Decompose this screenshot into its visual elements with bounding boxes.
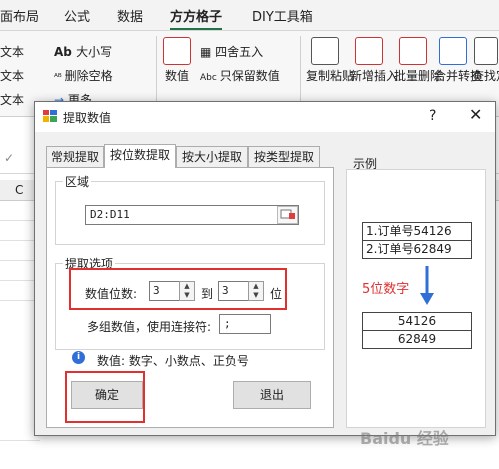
- tab-by-size[interactable]: 按大小提取: [176, 146, 248, 167]
- digits-highlight-box: [69, 268, 287, 310]
- ribbon-text-item-3[interactable]: 文本: [0, 91, 24, 108]
- ribbon-divider: [300, 36, 301, 111]
- info-icon: i: [72, 351, 85, 364]
- check-icon[interactable]: ✓: [4, 151, 14, 165]
- tab-panel: 区域 D2:D11 提取选项 数值位数: 3 ▲ ▼ 到 3 ▲ ▼ 位 多组数…: [46, 167, 334, 428]
- numeric-button[interactable]: 数值: [160, 37, 194, 84]
- abc-icon: Abc: [200, 73, 220, 83]
- copy-paste-button[interactable]: 复制粘贴: [306, 37, 354, 84]
- cancel-button[interactable]: 退出: [233, 381, 311, 409]
- tab-data[interactable]: 数据: [117, 6, 143, 25]
- insert-button[interactable]: 新增插入: [350, 37, 398, 84]
- keep-value-button[interactable]: Abc 只保留数值: [200, 67, 280, 84]
- numeric-label: 数值: [164, 69, 189, 83]
- tab-diy-toolbox[interactable]: DIY工具箱: [252, 6, 313, 25]
- merge-button[interactable]: 合并转换: [434, 37, 482, 84]
- ok-highlight-box: [65, 371, 145, 423]
- info-text: 数值: 数字、小数点、正负号: [97, 354, 249, 368]
- range-input[interactable]: D2:D11: [85, 205, 299, 225]
- numeric-icon: [163, 37, 191, 65]
- tab-by-digits[interactable]: 按位数提取: [104, 144, 176, 168]
- range-value: D2:D11: [90, 208, 130, 221]
- round-icon: ▦: [200, 45, 216, 59]
- watermark: Baidu 经验: [360, 429, 449, 448]
- tab-fangfang[interactable]: 方方格子: [170, 6, 223, 30]
- tab-formulas[interactable]: 公式: [64, 6, 90, 25]
- case-icon: Ab: [54, 45, 77, 59]
- dialog-titlebar[interactable]: 提取数值 ? ✕: [35, 102, 495, 132]
- ribbon-tab-bar: 面布局 公式 数据 方方格子 DIY工具箱: [0, 0, 499, 31]
- ribbon-text-item-1[interactable]: 文本: [0, 43, 24, 60]
- tab-page-layout[interactable]: 面布局: [0, 6, 39, 25]
- example-input-2: 2.订单号62849: [362, 240, 472, 259]
- clipboard-icon: [311, 37, 339, 65]
- app-icon: [43, 110, 57, 122]
- arrow-down-icon: [420, 266, 434, 305]
- find-label: 查找定位: [472, 69, 499, 83]
- close-icon[interactable]: ✕: [469, 105, 482, 124]
- range-picker-icon: [280, 209, 295, 219]
- keep-value-label: 只保留数值: [219, 69, 280, 83]
- example-output-1: 54126: [362, 312, 472, 331]
- case-button[interactable]: Ab 大小写: [54, 43, 112, 60]
- merge-icon: [439, 37, 467, 65]
- help-icon[interactable]: ?: [429, 108, 436, 124]
- tab-general-extract[interactable]: 常规提取: [46, 146, 104, 167]
- trim-icon: ᴬᴮ: [54, 73, 65, 83]
- ribbon-divider: [156, 36, 157, 111]
- trim-spaces-button[interactable]: ᴬᴮ 删除空格: [54, 67, 113, 84]
- insert-icon: [355, 37, 383, 65]
- joiner-input[interactable]: ;: [219, 314, 271, 334]
- example-output-2: 62849: [362, 330, 472, 349]
- tab-by-type[interactable]: 按类型提取: [248, 146, 320, 167]
- joiner-label: 多组数值，使用连接符:: [87, 320, 212, 334]
- range-group-title: 区域: [63, 173, 92, 190]
- find-icon: [473, 37, 498, 65]
- trim-label: 删除空格: [64, 69, 113, 83]
- example-caption: 5位数字: [362, 282, 410, 297]
- find-button[interactable]: 查找定位: [472, 37, 499, 84]
- insert-label: 新增插入: [350, 69, 399, 83]
- round-label: 四舍五入: [215, 45, 264, 59]
- round-button[interactable]: ▦ 四舍五入: [200, 43, 263, 60]
- grid-line: [0, 440, 40, 441]
- range-select-button[interactable]: [277, 206, 298, 224]
- ribbon-text-item-2[interactable]: 文本: [0, 67, 24, 84]
- case-label: 大小写: [76, 45, 113, 59]
- batch-delete-icon: [399, 37, 427, 65]
- batch-delete-button[interactable]: 批量删除: [394, 37, 442, 84]
- dialog-title: 提取数值: [63, 111, 112, 125]
- example-panel: 1.订单号54126 2.订单号62849 5位数字 54126 62849: [346, 169, 486, 428]
- column-header-c[interactable]: C: [15, 183, 23, 197]
- example-input-1: 1.订单号54126: [362, 222, 472, 241]
- copy-paste-label: 复制粘贴: [306, 69, 355, 83]
- joiner-value: ;: [224, 317, 231, 330]
- extract-values-dialog: 提取数值 ? ✕ 常规提取 按位数提取 按大小提取 按类型提取 区域 D2:D1…: [34, 101, 496, 436]
